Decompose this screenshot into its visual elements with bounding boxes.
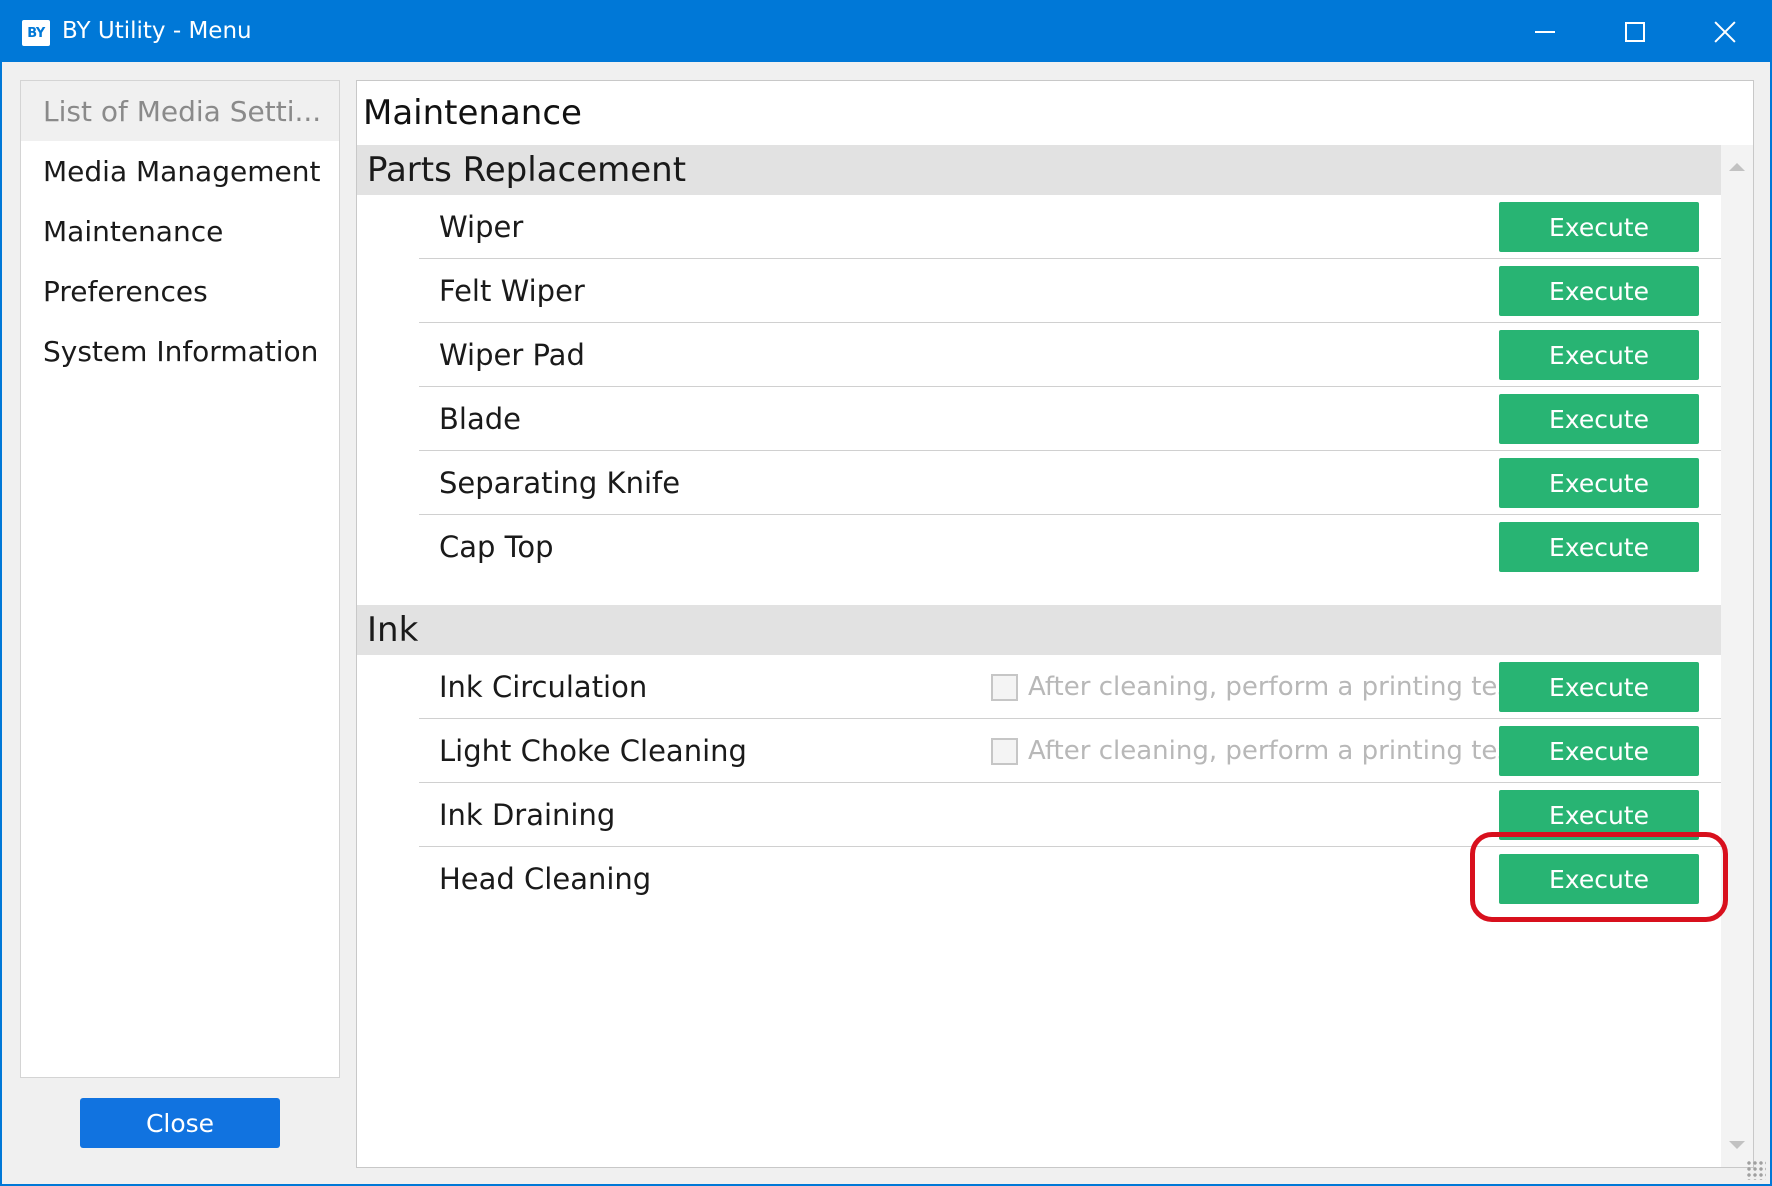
maintenance-row-separating-knife: Separating Knife Execute <box>419 451 1721 515</box>
execute-wiper-button[interactable]: Execute <box>1499 202 1699 252</box>
row-label: Separating Knife <box>439 466 681 500</box>
maintenance-row-ink-circulation: Ink Circulation After cleaning, perform … <box>419 655 1721 719</box>
row-label: Blade <box>439 402 521 436</box>
minimize-icon <box>1535 31 1555 33</box>
maintenance-row-cap-top: Cap Top Execute <box>419 515 1721 579</box>
printing-test-label: After cleaning, perform a printing test <box>1028 736 1522 766</box>
scroll-up-icon[interactable] <box>1729 163 1745 171</box>
row-label: Felt Wiper <box>439 274 585 308</box>
row-label: Wiper Pad <box>439 338 585 372</box>
window-title: BY Utility - Menu <box>62 18 252 44</box>
execute-light-choke-cleaning-button[interactable]: Execute <box>1499 726 1699 776</box>
sidebar-item-list-of-media-settings: List of Media Setti... <box>21 81 339 141</box>
sidebar-item-system-information[interactable]: System Information <box>21 321 339 381</box>
execute-separating-knife-button[interactable]: Execute <box>1499 458 1699 508</box>
maintenance-row-head-cleaning: Head Cleaning Execute <box>419 847 1721 911</box>
execute-head-cleaning-button[interactable]: Execute <box>1499 854 1699 904</box>
maintenance-row-wiper: Wiper Execute <box>419 195 1721 259</box>
title-bar[interactable]: BY BY Utility - Menu <box>2 2 1770 62</box>
printing-test-label: After cleaning, perform a printing test <box>1028 672 1522 702</box>
close-icon <box>1713 20 1737 44</box>
maximize-button[interactable] <box>1590 2 1680 62</box>
vertical-scrollbar[interactable] <box>1721 145 1753 1167</box>
execute-blade-button[interactable]: Execute <box>1499 394 1699 444</box>
row-label: Head Cleaning <box>439 862 652 896</box>
minimize-button[interactable] <box>1500 2 1590 62</box>
execute-cap-top-button[interactable]: Execute <box>1499 522 1699 572</box>
row-label: Ink Circulation <box>439 670 648 704</box>
execute-ink-circulation-button[interactable]: Execute <box>1499 662 1699 712</box>
app-logo-icon: BY <box>22 20 50 46</box>
sidebar-menu: List of Media Setti... Media Management … <box>20 80 340 1078</box>
printing-test-checkbox <box>991 673 1018 701</box>
execute-felt-wiper-button[interactable]: Execute <box>1499 266 1699 316</box>
printing-test-checkbox <box>991 737 1018 765</box>
close-button[interactable]: Close <box>80 1098 280 1148</box>
maximize-icon <box>1625 22 1645 42</box>
row-label: Wiper <box>439 210 524 244</box>
execute-wiper-pad-button[interactable]: Execute <box>1499 330 1699 380</box>
printing-test-option: After cleaning, perform a printing test <box>991 719 1521 783</box>
page-title: Maintenance <box>363 93 582 133</box>
window-close-button[interactable] <box>1680 2 1770 62</box>
row-label: Light Choke Cleaning <box>439 734 747 768</box>
section-header-ink: Ink <box>357 605 1721 655</box>
scroll-down-icon[interactable] <box>1729 1141 1745 1149</box>
maintenance-row-wiper-pad: Wiper Pad Execute <box>419 323 1721 387</box>
sidebar-item-preferences[interactable]: Preferences <box>21 261 339 321</box>
section-header-parts-replacement: Parts Replacement <box>357 145 1721 195</box>
resize-grip-icon[interactable] <box>1746 1160 1766 1180</box>
sidebar-item-maintenance[interactable]: Maintenance <box>21 201 339 261</box>
app-window: BY BY Utility - Menu List of Media Setti… <box>0 0 1772 1186</box>
maintenance-row-blade: Blade Execute <box>419 387 1721 451</box>
row-label: Ink Draining <box>439 798 616 832</box>
maintenance-row-light-choke-cleaning: Light Choke Cleaning After cleaning, per… <box>419 719 1721 783</box>
maintenance-panel: Maintenance Parts Replacement Wiper Exec… <box>356 80 1754 1168</box>
maintenance-row-ink-draining: Ink Draining Execute <box>419 783 1721 847</box>
row-label: Cap Top <box>439 530 554 564</box>
printing-test-option: After cleaning, perform a printing test <box>991 655 1521 719</box>
sidebar-item-media-management[interactable]: Media Management <box>21 141 339 201</box>
maintenance-scroll-area[interactable]: Parts Replacement Wiper Execute Felt Wip… <box>357 145 1721 1167</box>
maintenance-row-felt-wiper: Felt Wiper Execute <box>419 259 1721 323</box>
execute-ink-draining-button[interactable]: Execute <box>1499 790 1699 840</box>
